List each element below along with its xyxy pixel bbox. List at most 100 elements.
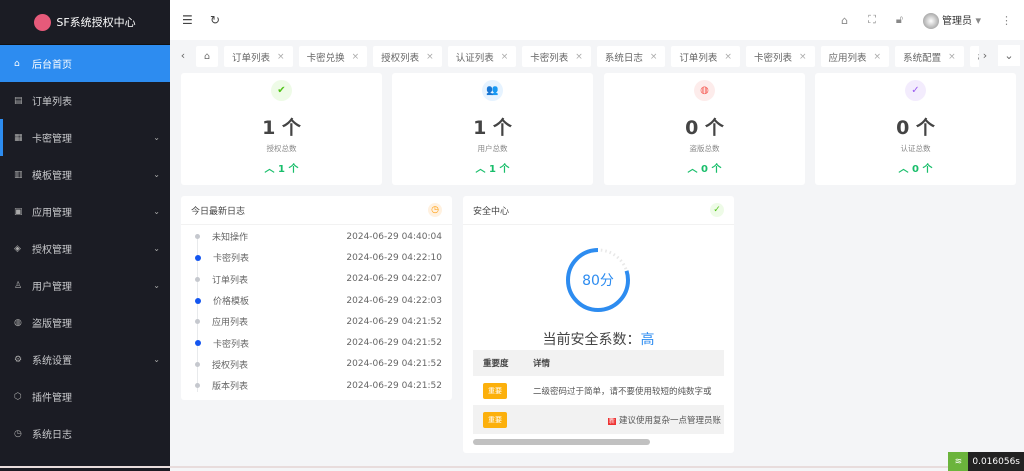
sidebar-item[interactable]: ▦ 卡密管理 ⌄ [0, 119, 170, 156]
sidebar-item-label: 卡密管理 [32, 134, 72, 145]
close-icon[interactable]: × [650, 52, 658, 62]
stat-label: 授权总数 [266, 144, 297, 153]
close-icon[interactable]: × [874, 52, 882, 62]
sidebar-item[interactable]: ◍ 盗版管理 [0, 304, 170, 341]
close-icon[interactable]: × [352, 52, 360, 62]
collapse-menu-icon[interactable]: ☰ [182, 13, 198, 27]
security-panel-title: 安全中心 [473, 206, 510, 217]
tab[interactable]: 应用列表 × [820, 46, 890, 67]
tab-label: 应用列表 [828, 52, 867, 64]
grid-icon: ▦ [14, 132, 23, 143]
globe-icon: ◍ [694, 80, 715, 101]
sidebar-item[interactable]: ⌂ 后台首页 [0, 45, 170, 82]
tabs-scroll-left-icon[interactable]: ‹ [176, 45, 190, 66]
tab-home[interactable]: ⌂ [196, 46, 219, 67]
log-item: 价格模板 2024-06-29 04:22:03 [181, 290, 452, 311]
sidebar-item-label: 盗版管理 [32, 319, 72, 330]
home-icon: ⌂ [14, 58, 20, 69]
stat-label: 盗版总数 [689, 144, 720, 153]
sidebar-item[interactable]: ⚙ 系统设置 ⌄ [0, 341, 170, 378]
tab[interactable]: 订单列表 × [671, 46, 740, 67]
close-icon[interactable]: × [277, 52, 285, 62]
clock-icon: ◷ [428, 203, 442, 217]
stat-card: ◍ 0 个盗版总数 ︿ 0 个 [604, 73, 805, 185]
tab-label: 系统日志 [604, 52, 643, 64]
sidebar-item-label: 系统日志 [32, 430, 72, 441]
sidebar-item[interactable]: ⬡ 插件管理 [0, 378, 170, 415]
tab-label: 订单列表 [679, 52, 718, 64]
arrow-up-icon: ︿ [475, 164, 490, 175]
chevron-down-icon: ⌄ [153, 133, 160, 142]
timeline-dot [195, 234, 200, 240]
tab[interactable]: 系统日志 × [596, 46, 666, 67]
tab-label: 认证列表 [455, 52, 494, 64]
tab-label: 订单列表 [232, 52, 271, 64]
stat-card: ✓ 0 个认证总数 ︿ 0 个 [815, 73, 1016, 185]
log-panel: 今日最新日志 ◷ 未知操作 2024-06-29 04:40:04 卡密列表 2024-… [181, 196, 452, 400]
app-logo[interactable]: SF系统授权中心 [0, 0, 170, 45]
user-icon: ♙ [14, 280, 23, 291]
lock-icon[interactable]: 🔓︎ [896, 13, 903, 27]
sidebar-item-label: 授权管理 [32, 245, 72, 256]
tab[interactable]: 授权列表 × [373, 46, 442, 67]
log-item: 卡密列表 2024-06-29 04:22:10 [181, 247, 452, 268]
sidebar-item[interactable]: ▤ 订单列表 [0, 82, 170, 119]
page-timer: ≋ 0.016056s [948, 452, 1024, 471]
table-header: 重要度 详情 [473, 350, 724, 376]
app-title: SF系统授权中心 [56, 16, 136, 29]
stat-increase: ︿ 1 个 [264, 164, 299, 175]
timeline-dot [195, 276, 200, 282]
tab[interactable]: 认证列表 × [447, 46, 517, 67]
close-icon[interactable]: × [724, 52, 732, 62]
chevron-down-icon: ⌄ [153, 170, 160, 179]
tabs-dropdown-icon[interactable]: ⌄ [998, 45, 1020, 66]
user-name: 管理员 [941, 15, 972, 27]
tab-bar: ⌂ 订单列表 × 卡密兑换 × 授权列表 × 认证列表 × 卡密列表 × 系统日志 × 订单列表 × 卡密列… [196, 45, 979, 68]
tab[interactable]: 卡密兑换 × [298, 46, 368, 67]
refresh-icon[interactable]: ↻ [210, 13, 226, 27]
log-item: 版本列表 2024-06-29 04:21:52 [181, 375, 452, 396]
log-time: 2024-06-29 04:21:52 [346, 359, 442, 370]
stat-increase: ︿ 0 个 [687, 164, 722, 175]
stat-value: 1 个 [262, 117, 301, 139]
stat-card: 👥 1 个用户总数 ︿ 1 个 [392, 73, 593, 185]
log-item: 授权列表 2024-06-29 04:21:52 [181, 354, 452, 375]
log-time: 2024-06-29 04:21:52 [346, 380, 442, 391]
sidebar-item-label: 订单列表 [32, 97, 72, 108]
chevron-down-icon: ⌄ [153, 244, 160, 253]
timeline-dot [195, 361, 200, 367]
lotus-logo-icon [34, 13, 52, 31]
sidebar-item[interactable]: ▥ 模板管理 ⌄ [0, 156, 170, 193]
horizontal-scrollbar[interactable] [473, 439, 650, 445]
fullscreen-icon[interactable]: ⛶ [868, 13, 876, 27]
close-icon[interactable]: × [426, 52, 434, 62]
log-panel-title: 今日最新日志 [191, 206, 246, 217]
sidebar-item[interactable]: ♙ 用户管理 ⌄ [0, 267, 170, 304]
tab-label: 卡密列表 [530, 52, 569, 64]
timeline-dot [195, 383, 200, 389]
close-icon[interactable]: × [948, 52, 956, 62]
sidebar-item[interactable]: ◷ 系统日志 [0, 415, 170, 452]
tabs-scroll-right-icon[interactable]: › [978, 45, 992, 66]
chevron-down-icon: ⌄ [153, 207, 160, 216]
log-item: 卡密列表 2024-06-29 04:21:52 [181, 332, 452, 353]
stat-label: 认证总数 [900, 144, 931, 153]
tag-icon[interactable]: ⌂ [841, 14, 848, 27]
user-menu[interactable]: 管理员 ▾ [922, 12, 981, 29]
close-icon[interactable]: × [575, 52, 583, 62]
sidebar-item[interactable]: ◈ 授权管理 ⌄ [0, 230, 170, 267]
tab[interactable]: 订单列表 × [224, 46, 293, 67]
more-icon[interactable]: ⋮ [1001, 14, 1012, 27]
log-name: 卡密列表 [213, 254, 250, 265]
log-item: 未知操作 2024-06-29 04:40:04 [181, 226, 452, 247]
tab-label: 系统配置 [903, 52, 942, 64]
close-icon[interactable]: × [501, 52, 509, 62]
tab[interactable]: 系统配置 × [895, 46, 964, 67]
arrow-up-icon: ︿ [687, 164, 702, 175]
tab[interactable]: 卡密列表 × [522, 46, 591, 67]
arrow-up-icon: ︿ [898, 164, 913, 175]
tab[interactable]: 卡密列表 × [745, 46, 815, 67]
sidebar-item[interactable]: ▣ 应用管理 ⌄ [0, 193, 170, 230]
close-icon[interactable]: × [799, 52, 807, 62]
sidebar-item-label: 系统设置 [32, 356, 72, 367]
